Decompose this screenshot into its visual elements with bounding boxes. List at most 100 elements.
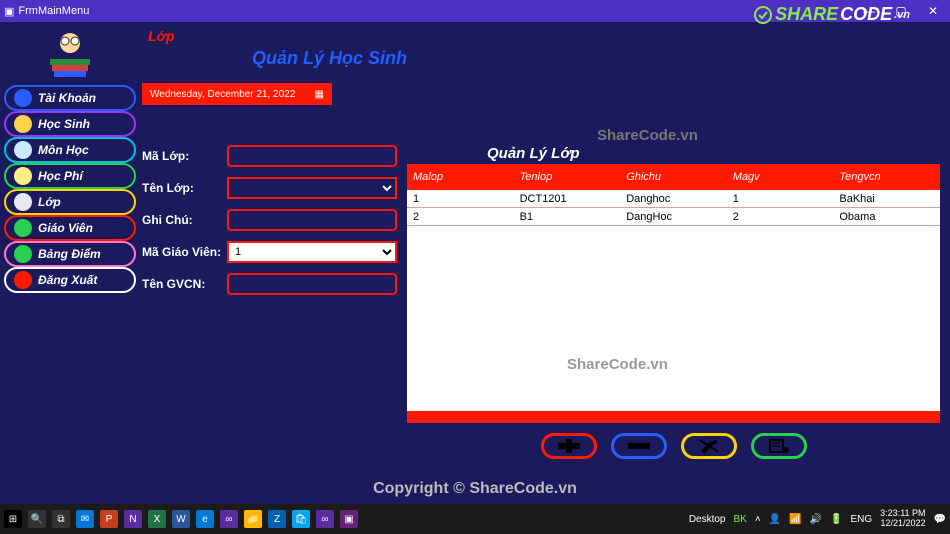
- sidebar-item-label: Học Sinh: [38, 117, 90, 131]
- page-title: Quản Lý Học Sinh: [252, 48, 940, 69]
- tray-wifi-icon[interactable]: 📶: [789, 514, 801, 525]
- sidebar-item-2[interactable]: Môn Học: [4, 137, 136, 163]
- store-icon[interactable]: 🛍: [292, 510, 310, 528]
- sidebar-item-label: Học Phí: [38, 169, 83, 183]
- table-header: MalopTenlopGhichuMagvTengvcn: [407, 164, 940, 190]
- table-footer-strip: [407, 411, 940, 423]
- table-row[interactable]: 1DCT1201Danghoc1BaKhai: [407, 190, 940, 208]
- table-col-header: Magv: [727, 171, 834, 183]
- table-area: ShareCode.vn Quản Lý Lớp MalopTenlopGhic…: [407, 145, 940, 459]
- close-button[interactable]: ✕: [926, 4, 940, 18]
- sidebar-item-label: Đăng Xuất: [38, 273, 97, 287]
- sidebar-item-1[interactable]: Học Sinh: [4, 111, 136, 137]
- app-logo: [4, 26, 136, 81]
- mail-icon[interactable]: ✉: [76, 510, 94, 528]
- gvcn-input[interactable]: [227, 273, 397, 295]
- tenlop-label: Tên Lớp:: [142, 181, 227, 195]
- save-button[interactable]: [751, 433, 807, 459]
- action-row: [407, 433, 940, 459]
- sidebar-item-icon: [14, 141, 32, 159]
- app-icon[interactable]: ▣: [340, 510, 358, 528]
- sidebar-item-3[interactable]: Học Phí: [4, 163, 136, 189]
- sidebar-item-icon: [14, 167, 32, 185]
- table-cell: 2: [407, 211, 514, 223]
- powerpoint-icon[interactable]: P: [100, 510, 118, 528]
- date-picker[interactable]: Wednesday, December 21, 2022 ▦: [142, 83, 332, 105]
- vs2-icon[interactable]: ∞: [316, 510, 334, 528]
- sidebar-item-icon: [14, 271, 32, 289]
- ghichu-input[interactable]: [227, 209, 397, 231]
- zalo-icon[interactable]: Z: [268, 510, 286, 528]
- table-cell: 1: [727, 193, 834, 205]
- search-icon[interactable]: 🔍: [28, 510, 46, 528]
- table-title: Quản Lý Lớp: [487, 145, 940, 162]
- table-col-header: Malop: [407, 171, 514, 183]
- table-cell: BaKhai: [833, 193, 940, 205]
- sidebar-item-icon: [14, 89, 32, 107]
- table-col-header: Tenlop: [514, 171, 621, 183]
- date-display: Wednesday, December 21, 2022: [150, 89, 295, 100]
- class-table: MalopTenlopGhichuMagvTengvcn 1DCT1201Dan…: [407, 164, 940, 423]
- start-button[interactable]: ⊞: [4, 510, 22, 528]
- sidebar-item-label: Môn Học: [38, 143, 89, 157]
- content-area: Lớp Quản Lý Học Sinh Wednesday, December…: [140, 22, 950, 504]
- tray-people-icon[interactable]: 👤: [769, 514, 781, 525]
- sidebar-item-7[interactable]: Đăng Xuất: [4, 267, 136, 293]
- table-cell: DangHoc: [620, 211, 727, 223]
- table-cell: Obama: [833, 211, 940, 223]
- table-col-header: Tengvcn: [833, 171, 940, 183]
- table-cell: Danghoc: [620, 193, 727, 205]
- taskbar-clock[interactable]: 3:23:11 PM 12/21/2022: [880, 509, 925, 529]
- sidebar-item-label: Giáo Viên: [38, 221, 93, 235]
- sidebar-item-0[interactable]: Tài Khoản: [4, 85, 136, 111]
- tray-lang[interactable]: ENG: [851, 514, 873, 525]
- table-row[interactable]: 2B1DangHoc2Obama: [407, 208, 940, 226]
- sidebar-item-label: Tài Khoản: [38, 91, 96, 105]
- table-cell: 2: [727, 211, 834, 223]
- gvcn-label: Tên GVCN:: [142, 277, 227, 291]
- watermark-text-2: ShareCode.vn: [567, 356, 668, 373]
- sidebar-item-label: Bảng Điểm: [38, 247, 101, 261]
- explorer-icon[interactable]: 📁: [244, 510, 262, 528]
- onenote-icon[interactable]: N: [124, 510, 142, 528]
- excel-icon[interactable]: X: [148, 510, 166, 528]
- calendar-icon: ▦: [315, 89, 324, 100]
- sidebar-item-4[interactable]: Lớp: [4, 189, 136, 215]
- sidebar-item-icon: [14, 219, 32, 237]
- edge-icon[interactable]: e: [196, 510, 214, 528]
- malop-input[interactable]: [227, 145, 397, 167]
- sidebar-item-icon: [14, 245, 32, 263]
- tray-battery-icon[interactable]: 🔋: [830, 514, 842, 525]
- sharecode-logo: SHARECODE.vn: [753, 4, 910, 25]
- edit-button[interactable]: [681, 433, 737, 459]
- taskbar: ⊞ 🔍 ⧉ ✉ P N X W e ∞ 📁 Z 🛍 ∞ ▣ Desktop BK…: [0, 504, 950, 534]
- word-icon[interactable]: W: [172, 510, 190, 528]
- add-button[interactable]: [541, 433, 597, 459]
- vs-icon[interactable]: ∞: [220, 510, 238, 528]
- tray-volume-icon[interactable]: 🔊: [810, 514, 822, 525]
- ghichu-label: Ghi Chú:: [142, 213, 227, 227]
- sidebar: Tài Khoản Học Sinh Môn Học Học Phí Lớp Giáo V…: [0, 22, 140, 504]
- table-col-header: Ghichu: [620, 171, 727, 183]
- table-cell: B1: [514, 211, 621, 223]
- sidebar-item-5[interactable]: Giáo Viên: [4, 215, 136, 241]
- window-title: FrmMainMenu: [18, 5, 89, 17]
- tenlop-select[interactable]: [227, 177, 397, 199]
- delete-button[interactable]: [611, 433, 667, 459]
- class-form: Mã Lớp: Tên Lớp: Ghi Chú: Mã Giáo Viên: …: [142, 145, 397, 459]
- sidebar-item-icon: [14, 115, 32, 133]
- sidebar-item-label: Lớp: [38, 195, 61, 209]
- user-badge[interactable]: BK: [734, 514, 747, 525]
- taskview-icon[interactable]: ⧉: [52, 510, 70, 528]
- table-cell: 1: [407, 193, 514, 205]
- tray-chevron-icon[interactable]: ˄: [755, 514, 761, 525]
- tray-notifications-icon[interactable]: 💬: [934, 514, 946, 525]
- malop-label: Mã Lớp:: [142, 149, 227, 163]
- table-cell: DCT1201: [514, 193, 621, 205]
- magv-select[interactable]: 1: [227, 241, 397, 263]
- sidebar-item-icon: [14, 193, 32, 211]
- window-icon: ▣: [4, 5, 14, 18]
- sidebar-item-6[interactable]: Bảng Điểm: [4, 241, 136, 267]
- section-heading: Lớp: [148, 28, 175, 44]
- desktop-label[interactable]: Desktop: [689, 514, 726, 525]
